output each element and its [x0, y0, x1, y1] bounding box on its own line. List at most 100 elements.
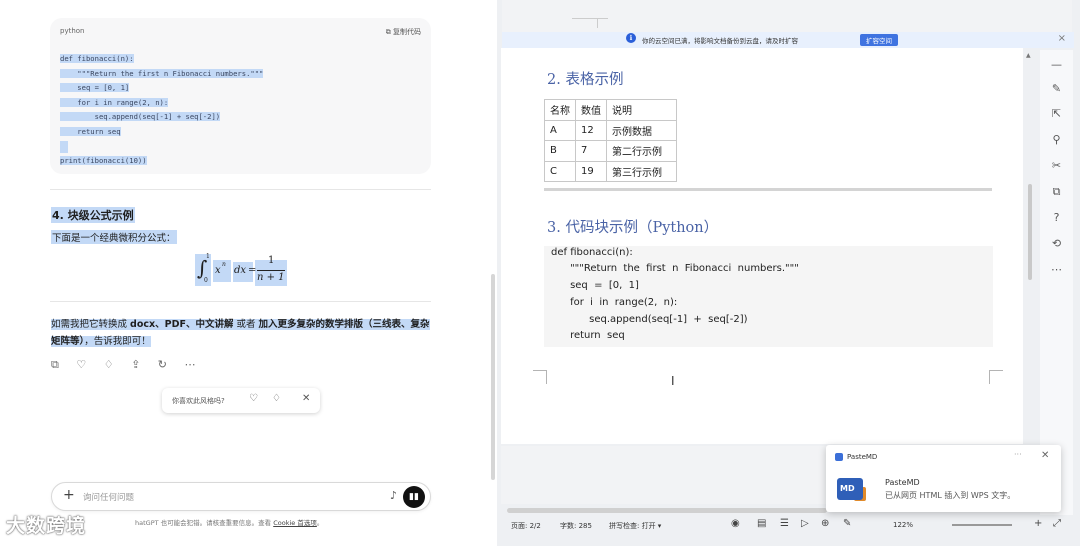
- table-cell: A: [544, 119, 576, 141]
- disclaimer-end: 。: [316, 519, 324, 527]
- more-icon[interactable]: ⋯: [1040, 263, 1073, 276]
- voice-mode-button[interactable]: ▮▮: [403, 486, 425, 508]
- tools-icon[interactable]: ✂: [1040, 159, 1073, 172]
- section-2-title: 2. 表格示例: [547, 72, 624, 88]
- message-action-icons[interactable]: ⧉ ♡ ♢ ⇪ ↻ ⋯: [51, 358, 203, 371]
- wps-editor-window: ℹ 你的云空间已满，将影响文档备份到云盘，请及时扩容 扩容空间 × 2. 表格示…: [497, 0, 1080, 546]
- copy-code-button[interactable]: ⧉ 复制代码: [386, 27, 421, 37]
- image-icon[interactable]: ⧉: [1040, 185, 1073, 199]
- watermark-logo: 大数跨境: [6, 515, 87, 537]
- word-count[interactable]: 字数: 285: [560, 521, 592, 531]
- code-line: def fibonacci(n):: [551, 247, 633, 258]
- toast-app-name: PasteMD: [847, 453, 878, 461]
- help-icon[interactable]: ?: [1040, 211, 1073, 224]
- code-language-label: python: [60, 27, 85, 35]
- chat-scrollbar[interactable]: [491, 274, 495, 480]
- formula-denominator: n + 1: [257, 272, 285, 283]
- fit-icon[interactable]: ⤢: [1053, 518, 1061, 529]
- share-icon[interactable]: ⟲: [1040, 237, 1073, 250]
- feedback-question: 你喜欢此风格吗?: [172, 397, 225, 405]
- code-line: print(fibonacci(10)): [60, 156, 147, 166]
- cookie-preferences-link[interactable]: Cookie 首选项: [273, 519, 317, 527]
- doc-table: 名称 数值 说明 A 12 示例数据 B 7 第二行示例 C 19 第三行示例: [544, 99, 677, 182]
- code-line: """Return the first n Fibonacci numbers.…: [60, 68, 264, 78]
- code-line: for i in range(2, n):: [60, 97, 169, 107]
- code-line: [60, 140, 68, 153]
- add-attachment-button[interactable]: +: [63, 487, 75, 503]
- microphone-icon[interactable]: ♪: [390, 489, 397, 502]
- info-icon: ℹ: [626, 33, 636, 43]
- horizontal-scrollbar[interactable]: [507, 508, 827, 513]
- table-cell: 12: [575, 119, 607, 141]
- code-line: seq.append(seq[-1] + seq[-2]): [60, 112, 221, 122]
- table-row: B 7 第二行示例: [544, 140, 677, 162]
- table-header-cell: 说明: [606, 99, 677, 121]
- table-row: A 12 示例数据: [544, 119, 677, 141]
- table-cell: 第三行示例: [606, 160, 677, 182]
- code-line: seq.append(seq[-1] + seq[-2]): [551, 314, 748, 325]
- message-composer[interactable]: + 询问任何问题 ♪ ▮▮: [51, 482, 431, 511]
- closing-text: 如需我把它转换成: [51, 319, 131, 330]
- pastemd-notification: PasteMD ··· ✕ MD PasteMD 已从网页 HTML 插入到 W…: [826, 445, 1061, 512]
- zoom-in-icon[interactable]: +: [1034, 518, 1042, 529]
- formula-exponent: n: [222, 261, 226, 268]
- copy-code-label: 复制代码: [393, 28, 421, 36]
- section-3-title: 3. 代码块示例（Python）: [547, 220, 719, 236]
- more-icon[interactable]: ···: [1014, 450, 1022, 459]
- zoom-slider[interactable]: [952, 524, 1012, 526]
- section-intro: 下面是一个经典微积分公式：: [51, 230, 177, 244]
- eye-icon[interactable]: ◉: [731, 518, 740, 529]
- page-indicator[interactable]: 页面: 2/2: [511, 521, 541, 531]
- spell-check-toggle[interactable]: 拼写检查: 打开 ▾: [609, 521, 661, 531]
- scrollbar-thumb[interactable]: [1028, 184, 1032, 280]
- formula-equals: =: [248, 265, 257, 276]
- integral-lower: 0: [204, 277, 208, 284]
- message-actions[interactable]: ⧉ ♡ ♢ ⇪ ↻ ⋯: [51, 358, 203, 372]
- code-card: python ⧉ 复制代码 def fibonacci(n): """Retur…: [50, 18, 431, 174]
- zoom-level[interactable]: 122%: [893, 521, 913, 529]
- table-row: C 19 第三行示例: [544, 160, 677, 182]
- document-page[interactable]: 2. 表格示例 名称 数值 说明 A 12 示例数据 B 7 第二行示例 C 1…: [501, 48, 1023, 444]
- closing-paragraph: 如需我把它转换成 docx、PDF、中文讲解 或者 加入更多复杂的数学排版（三线…: [51, 316, 431, 350]
- style-feedback-popup: 你喜欢此风格吗? ♡ ♢ ✕: [162, 388, 320, 413]
- code-line: return seq: [551, 330, 625, 341]
- pen-icon[interactable]: ✎: [843, 518, 851, 529]
- pastemd-small-icon: [835, 453, 843, 461]
- closing-bold: docx、PDF、中文讲解: [130, 319, 234, 330]
- globe-icon[interactable]: ⊕: [821, 518, 829, 529]
- adjust-icon[interactable]: ⚲: [1040, 133, 1073, 146]
- close-icon[interactable]: ✕: [302, 393, 310, 404]
- table-cell: B: [544, 140, 576, 162]
- table-cell: 第二行示例: [606, 140, 677, 162]
- formula-numerator: 1: [268, 255, 275, 266]
- outline-icon[interactable]: ☰: [780, 518, 789, 529]
- toast-title: PasteMD: [885, 478, 920, 487]
- pastemd-logo: MD: [837, 478, 863, 500]
- divider: [50, 189, 431, 190]
- formula-base: x: [215, 265, 221, 276]
- table-cell: 示例数据: [606, 119, 677, 141]
- minimize-icon[interactable]: —: [1040, 58, 1073, 71]
- thumbs-up-icon[interactable]: ♡: [249, 393, 258, 404]
- disclaimer-text: hatGPT 也可能会犯错。请核查重要信息。查看: [135, 519, 274, 527]
- notice-text: 你的云空间已满，将影响文档备份到云盘，请及时扩容: [642, 37, 798, 45]
- composer-placeholder[interactable]: 询问任何问题: [83, 491, 134, 503]
- closing-text: 或者: [233, 319, 259, 330]
- disclaimer: hatGPT 也可能会犯错。请核查重要信息。查看 Cookie 首选项。: [135, 517, 323, 527]
- close-icon[interactable]: ✕: [1041, 450, 1049, 461]
- play-icon[interactable]: ▷: [801, 518, 809, 529]
- code-line: """Return the first n Fibonacci numbers.…: [551, 263, 799, 274]
- table-header-cell: 名称: [544, 99, 576, 121]
- doc-code-block: def fibonacci(n): """Return the first n …: [544, 246, 993, 347]
- expand-storage-button[interactable]: 扩容空间: [860, 34, 898, 46]
- page-margin-corner: [989, 370, 1003, 384]
- pen-icon[interactable]: ✎: [1040, 82, 1073, 95]
- select-icon[interactable]: ⇱: [1040, 107, 1073, 120]
- page-margin-corner: [533, 370, 547, 384]
- page-view-icon[interactable]: ▤: [757, 518, 766, 529]
- toast-message: 已从网页 HTML 插入到 WPS 文字。: [885, 491, 1016, 500]
- close-icon[interactable]: ×: [1058, 33, 1066, 44]
- code-line: def fibonacci(n):: [60, 54, 134, 63]
- thumbs-down-icon[interactable]: ♢: [272, 393, 281, 404]
- vertical-scrollbar[interactable]: ▲: [1025, 50, 1035, 500]
